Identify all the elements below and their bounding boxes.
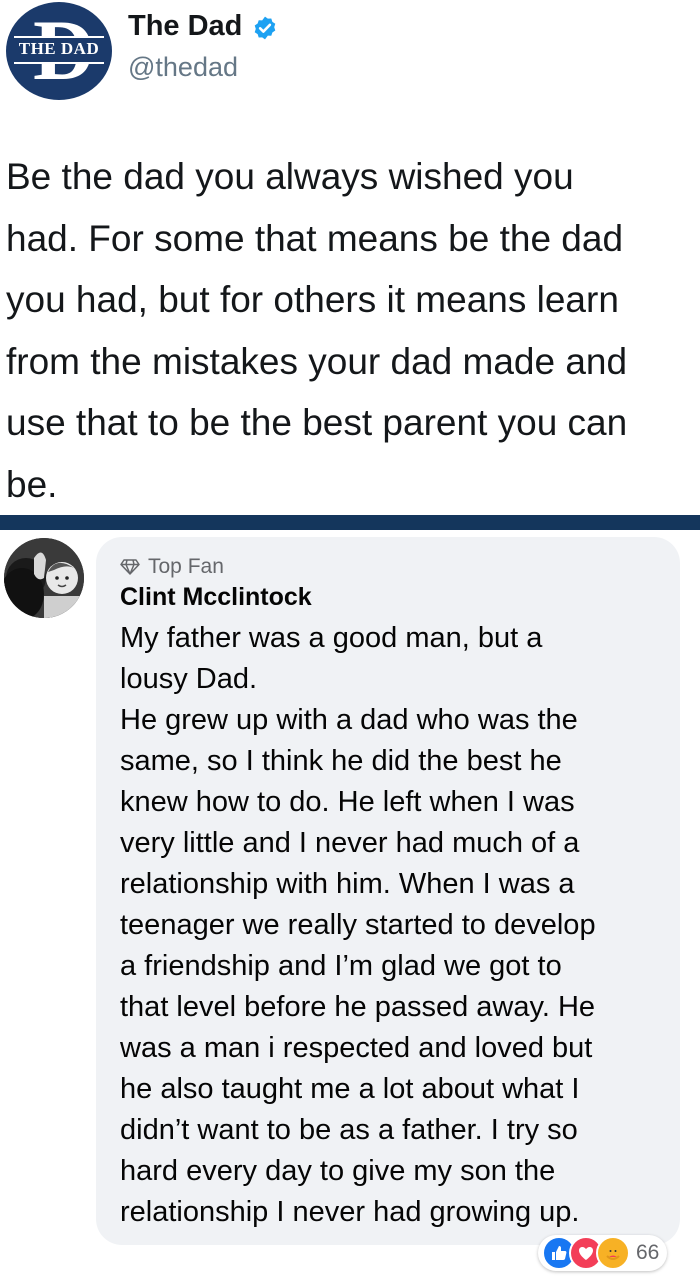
avatar-photo-icon xyxy=(4,538,84,618)
top-fan-label: Top Fan xyxy=(148,555,224,578)
display-name[interactable]: The Dad xyxy=(128,10,242,43)
reaction-count: 66 xyxy=(636,1241,660,1264)
tweet-text: Be the dad you always wished you had. Fo… xyxy=(6,156,628,505)
commenter-name[interactable]: Clint Mcclintock xyxy=(120,583,312,612)
care-icon xyxy=(596,1236,630,1270)
profile-avatar[interactable]: D THE DAD xyxy=(6,2,112,100)
section-divider xyxy=(0,515,700,530)
top-fan-badge: Top Fan xyxy=(120,555,224,579)
avatar-logo-text: THE DAD xyxy=(18,39,100,58)
commenter-avatar[interactable] xyxy=(4,538,84,618)
tweet-card: D THE DAD The Dad @thedad Be the dad you… xyxy=(0,0,700,515)
verified-badge-icon xyxy=(254,16,276,40)
reactions-summary[interactable]: 66 xyxy=(538,1235,668,1271)
diamond-icon xyxy=(120,559,140,575)
user-handle[interactable]: @thedad xyxy=(128,52,238,83)
comment-text: My father was a good man, but a lousy Da… xyxy=(120,622,596,1228)
